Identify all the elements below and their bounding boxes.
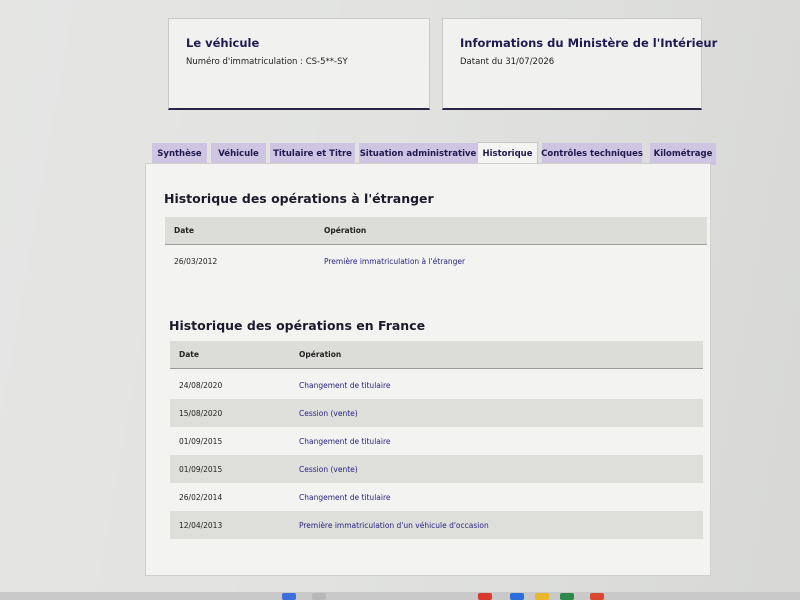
browser-icon[interactable]	[478, 593, 492, 600]
column-header-operation: Opération	[324, 226, 367, 235]
app-icon[interactable]	[510, 593, 524, 600]
row-date: 24/08/2020	[179, 381, 223, 390]
ministry-date: Datant du 31/07/2026	[460, 57, 555, 67]
taskbar	[0, 592, 800, 600]
vehicle-card: Le véhicule Numéro d'immatriculation : C…	[168, 18, 430, 110]
foreign-history-table: Date Opération 26/03/2012 Première immat…	[165, 217, 707, 277]
row-date: 26/02/2014	[179, 493, 223, 502]
column-header-operation: Opération	[299, 350, 342, 359]
row-date: 26/03/2012	[174, 257, 218, 266]
ministry-card: Informations du Ministère de l'Intérieur…	[442, 18, 717, 110]
folder-icon[interactable]	[535, 593, 549, 600]
row-date: 01/09/2015	[179, 465, 223, 474]
tab-titulaire-et-titre[interactable]: Titulaire et Titre	[270, 143, 355, 165]
table-row: 01/09/2015 Changement de titulaire	[170, 427, 703, 455]
start-icon[interactable]	[282, 593, 296, 600]
plate-number: Numéro d'immatriculation : CS-5**-SY	[186, 57, 348, 67]
france-history-table: Date Opération 24/08/2020 Changement de …	[170, 341, 703, 541]
tab-kilometrage[interactable]: Kilométrage	[650, 143, 716, 165]
table-row: 24/08/2020 Changement de titulaire	[170, 371, 703, 399]
foreign-history-title: Historique des opérations à l'étranger	[164, 191, 434, 206]
row-date: 01/09/2015	[179, 437, 223, 446]
table-row: 15/08/2020 Cession (vente)	[170, 399, 703, 427]
table-header: Date Opération	[170, 341, 703, 369]
table-row: 26/02/2014 Changement de titulaire	[170, 483, 703, 511]
app-icon[interactable]	[590, 593, 604, 600]
row-operation-link[interactable]: Changement de titulaire	[299, 437, 391, 446]
table-row: 01/09/2015 Cession (vente)	[170, 455, 703, 483]
row-date: 12/04/2013	[179, 521, 223, 530]
column-header-date: Date	[174, 226, 194, 235]
tab-controles-techniques[interactable]: Contrôles techniques	[541, 143, 643, 165]
search-icon[interactable]	[312, 593, 326, 600]
table-row: 26/03/2012 Première immatriculation à l'…	[165, 247, 707, 275]
vehicle-card-title: Le véhicule	[186, 36, 260, 50]
ministry-card-title: Informations du Ministère de l'Intérieur	[460, 36, 718, 50]
row-operation-link[interactable]: Cession (vente)	[299, 465, 358, 474]
row-operation-link[interactable]: Changement de titulaire	[299, 381, 391, 390]
tab-synthese[interactable]: Synthèse	[152, 143, 207, 165]
france-history-title: Historique des opérations en France	[169, 318, 426, 333]
tab-historique[interactable]: Historique	[477, 142, 538, 165]
table-header: Date Opération	[165, 217, 707, 245]
table-row: 12/04/2013 Première immatriculation d'un…	[170, 511, 703, 539]
row-operation-link[interactable]: Cession (vente)	[299, 409, 358, 418]
row-operation-link[interactable]: Première immatriculation d'un véhicule d…	[299, 521, 489, 530]
app-icon[interactable]	[560, 593, 574, 600]
tab-situation-administrative[interactable]: Situation administrative	[359, 143, 477, 165]
history-panel: Historique des opérations à l'étranger D…	[145, 163, 711, 576]
row-operation-link[interactable]: Première immatriculation à l'étranger	[324, 257, 465, 266]
row-date: 15/08/2020	[179, 409, 223, 418]
row-operation-link[interactable]: Changement de titulaire	[299, 493, 391, 502]
column-header-date: Date	[179, 350, 199, 359]
tab-vehicule[interactable]: Véhicule	[211, 143, 266, 165]
